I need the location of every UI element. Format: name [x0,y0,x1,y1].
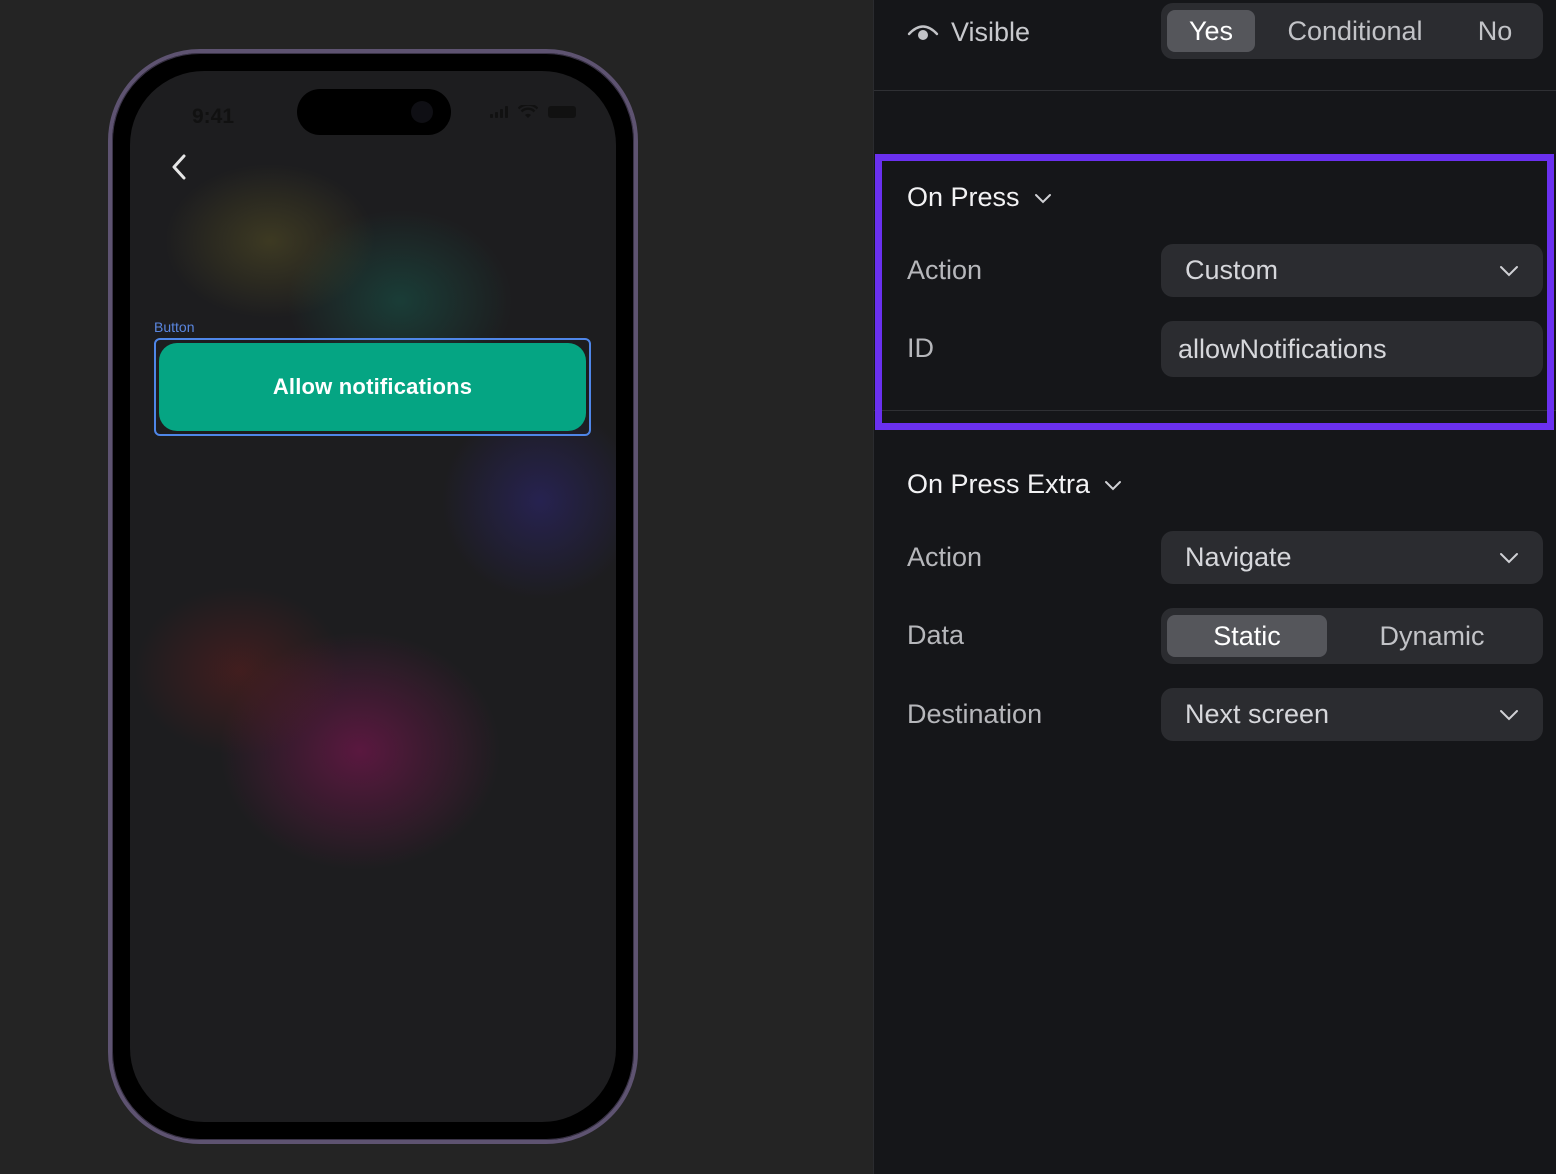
destination-label: Destination [907,699,1043,729]
phone-frame: 9:41 Button Allow notifications [108,49,638,1144]
on-press-extra-action-dropdown[interactable]: Navigate [1161,531,1543,584]
chevron-down-icon [1105,480,1122,490]
on-press-extra-header[interactable]: On Press Extra [907,469,1122,500]
design-canvas: 9:41 Button Allow notifications [0,0,873,1174]
allow-notifications-button[interactable]: Allow notifications [159,343,586,431]
battery-icon [548,106,576,118]
selection-caption: Button [154,319,195,335]
status-time: 9:41 [192,105,235,128]
phone-screen: 9:41 Button Allow notifications [130,71,616,1122]
chevron-left-icon [172,154,186,180]
eye-icon [907,25,939,40]
on-press-extra-title: On Press Extra [907,469,1091,499]
visible-option-yes[interactable]: Yes [1167,10,1255,52]
properties-panel: Visible Yes Conditional No On Press Acti… [873,0,1556,1174]
data-option-dynamic[interactable]: Dynamic [1327,615,1537,657]
visible-option-conditional[interactable]: Conditional [1255,10,1455,52]
back-button[interactable] [164,149,194,185]
data-segmented-control[interactable]: Static Dynamic [1161,608,1543,664]
destination-value: Next screen [1185,699,1330,729]
camera-icon [411,101,433,123]
divider [874,90,1556,91]
cellular-signal-icon [490,106,508,118]
visible-segmented-control[interactable]: Yes Conditional No [1161,3,1543,59]
button-selection-outline[interactable]: Allow notifications [154,338,591,436]
wifi-icon [518,105,538,118]
destination-dropdown[interactable]: Next screen [1161,688,1543,741]
on-press-extra-action-value: Navigate [1185,542,1292,572]
data-option-static[interactable]: Static [1167,615,1327,657]
visible-label: Visible [951,16,1031,47]
chevron-down-icon [1500,552,1518,563]
chevron-down-icon [1500,709,1518,720]
visible-row: Visible [907,12,1030,52]
data-label: Data [907,620,965,650]
on-press-highlight-box [875,154,1554,430]
on-press-extra-action-label: Action [907,542,983,572]
visible-option-no[interactable]: No [1455,10,1535,52]
status-icons [490,105,576,119]
dynamic-island [297,89,451,135]
